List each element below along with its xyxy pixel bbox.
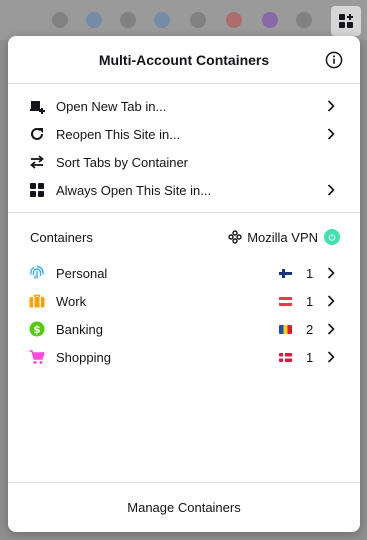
containers-section-header: Containers Mozilla VPN bbox=[8, 221, 360, 253]
new-tab-icon bbox=[28, 97, 46, 115]
containers-list: Personal 1 Work 1 $ Banking 2 Shopping 1 bbox=[8, 253, 360, 371]
mozilla-vpn-button[interactable]: Mozilla VPN bbox=[228, 229, 340, 245]
container-label: Banking bbox=[56, 321, 103, 337]
svg-text:$: $ bbox=[33, 323, 41, 336]
fingerprint-icon bbox=[28, 264, 46, 282]
chevron-right-icon bbox=[326, 183, 336, 197]
panel-title: Multi-Account Containers bbox=[98, 51, 270, 68]
container-label: Shopping bbox=[56, 349, 111, 365]
tab-count: 1 bbox=[306, 293, 314, 309]
sort-icon bbox=[28, 153, 46, 171]
container-row-work[interactable]: Work 1 bbox=[8, 287, 360, 315]
container-row-shopping[interactable]: Shopping 1 bbox=[8, 343, 360, 371]
vpn-status-toggle[interactable] bbox=[324, 229, 340, 245]
info-button[interactable] bbox=[324, 50, 344, 70]
toolbar-icon[interactable] bbox=[154, 12, 170, 28]
containers-heading: Containers bbox=[30, 229, 93, 245]
browser-toolbar bbox=[0, 0, 367, 40]
toolbar-icon[interactable] bbox=[52, 12, 68, 28]
menu-item-sort-tabs[interactable]: Sort Tabs by Container bbox=[8, 148, 360, 176]
cart-icon bbox=[28, 348, 46, 366]
tab-count: 1 bbox=[306, 265, 314, 281]
power-icon bbox=[328, 233, 336, 241]
container-label: Personal bbox=[56, 265, 108, 281]
container-label: Work bbox=[56, 293, 87, 309]
menu-item-open-new-tab-in[interactable]: Open New Tab in... bbox=[8, 92, 360, 120]
tab-count: 2 bbox=[306, 321, 314, 337]
vpn-icon bbox=[228, 230, 242, 244]
containers-popup-panel: Multi-Account Containers Open New Tab in… bbox=[8, 36, 360, 532]
toolbar-icon[interactable] bbox=[190, 12, 206, 28]
toolbar-icon[interactable] bbox=[86, 12, 102, 28]
container-row-personal[interactable]: Personal 1 bbox=[8, 259, 360, 287]
menu-item-label: Reopen This Site in... bbox=[56, 126, 181, 142]
chevron-right-icon bbox=[326, 294, 336, 308]
manage-containers-label: Manage Containers bbox=[127, 500, 241, 515]
chevron-right-icon bbox=[326, 322, 336, 336]
chevron-right-icon bbox=[326, 99, 336, 113]
menu-item-always-open-site-in[interactable]: Always Open This Site in... bbox=[8, 176, 360, 204]
containers-extension-icon bbox=[339, 14, 353, 28]
chevron-right-icon bbox=[326, 266, 336, 280]
chevron-right-icon bbox=[326, 127, 336, 141]
panel-header: Multi-Account Containers bbox=[8, 36, 360, 84]
menu-item-label: Always Open This Site in... bbox=[56, 182, 212, 198]
menu-item-label: Open New Tab in... bbox=[56, 98, 167, 114]
toolbar-icon[interactable] bbox=[226, 12, 242, 28]
austria-flag-icon bbox=[279, 296, 292, 306]
toolbar-icon[interactable] bbox=[296, 12, 312, 28]
menu-item-label: Sort Tabs by Container bbox=[56, 154, 188, 170]
finland-flag-icon bbox=[279, 268, 292, 278]
denmark-flag-icon bbox=[279, 352, 292, 362]
manage-containers-button[interactable]: Manage Containers bbox=[8, 482, 360, 532]
vpn-label: Mozilla VPN bbox=[247, 229, 318, 245]
moldova-flag-icon bbox=[279, 324, 292, 334]
menu-item-reopen-site-in[interactable]: Reopen This Site in... bbox=[8, 120, 360, 148]
toolbar-icon[interactable] bbox=[120, 12, 136, 28]
containers-extension-button[interactable] bbox=[331, 6, 361, 36]
dollar-icon: $ bbox=[28, 320, 46, 338]
chevron-right-icon bbox=[326, 350, 336, 364]
grid-icon bbox=[28, 181, 46, 199]
tab-count: 1 bbox=[306, 349, 314, 365]
info-icon bbox=[325, 51, 343, 69]
toolbar-icon[interactable] bbox=[262, 12, 278, 28]
reopen-icon bbox=[28, 125, 46, 143]
actions-menu: Open New Tab in... Reopen This Site in..… bbox=[8, 84, 360, 213]
briefcase-icon bbox=[28, 292, 46, 310]
container-row-banking[interactable]: $ Banking 2 bbox=[8, 315, 360, 343]
